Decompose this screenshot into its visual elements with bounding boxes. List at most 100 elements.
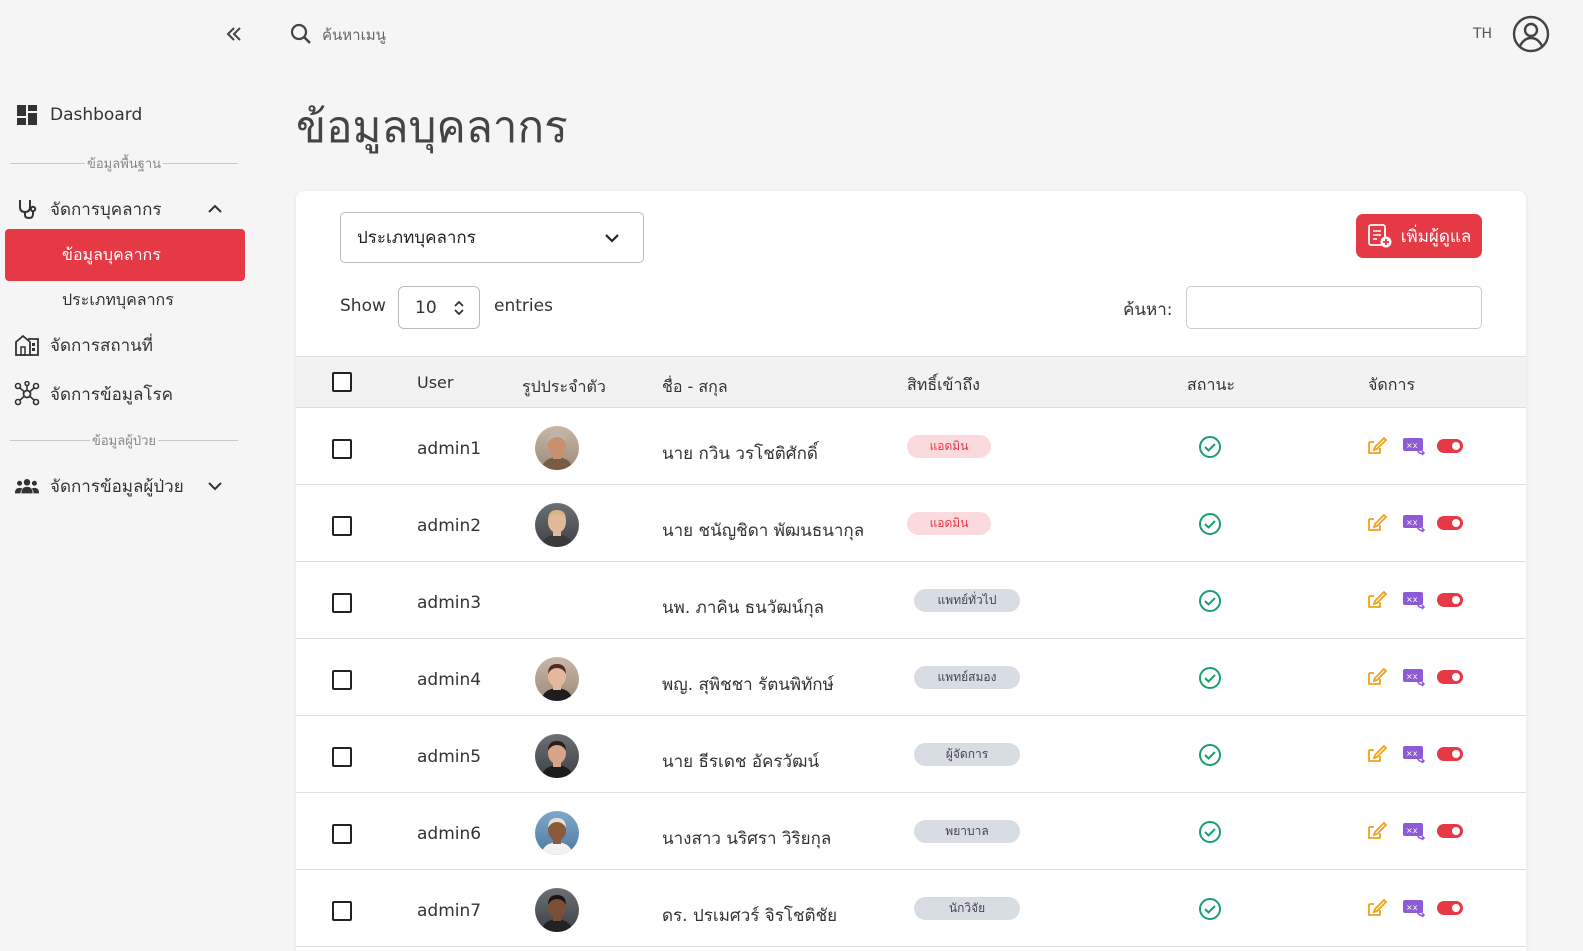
sidebar-item-label: จัดการข้อมูลผู้ป่วย [50,476,184,497]
search-icon [290,23,311,44]
check-circle-icon [1199,590,1221,612]
add-caretaker-button[interactable]: เพิ่มผู้ดูแล [1356,214,1482,258]
language-switch[interactable]: TH [1473,26,1492,42]
table-row: admin6 นางสาว นริศรา วิริยกุล พยาบาล ×x [296,793,1526,870]
collapse-sidebar-button[interactable] [222,22,246,46]
edit-icon[interactable] [1366,434,1388,456]
sidebar: Dashboard ข้อมูลพื้นฐาน จัดการบุคลากร ข้… [0,0,255,951]
column-header-status[interactable]: สถานะ [1187,373,1235,398]
sidebar-subitem-personnel-type[interactable]: ประเภทบุคลากร [62,288,174,313]
row-checkbox[interactable] [332,747,352,767]
toggle-switch[interactable] [1437,516,1463,530]
svg-text:×x: ×x [1406,518,1418,527]
table-row: admin1 นาย กวิน วรโชติศักดิ์ แอดมิน ×x [296,408,1526,485]
avatar [535,888,579,932]
chevron-down-icon [208,482,222,491]
translate-icon[interactable]: ×x [1402,435,1426,457]
translate-icon[interactable]: ×x [1402,666,1426,688]
edit-icon[interactable] [1366,819,1388,841]
section-divider-patient: ข้อมูลผู้ป่วย [10,430,238,451]
avatar [535,426,579,470]
add-document-icon [1367,224,1392,248]
row-checkbox[interactable] [332,439,352,459]
translate-icon[interactable]: ×x [1402,589,1426,611]
svg-text:×x: ×x [1406,441,1418,450]
sidebar-item-label: Dashboard [50,105,143,125]
cell-name: พญ. สุพิชชา รัตนพิทักษ์ [662,675,834,695]
translate-icon[interactable]: ×x [1402,897,1426,919]
row-checkbox[interactable] [332,593,352,613]
user-account-icon[interactable] [1512,15,1550,53]
cell-user: admin2 [417,516,482,536]
sidebar-item-places[interactable]: จัดการสถานที่ [14,330,153,360]
sidebar-item-dashboard[interactable]: Dashboard [14,100,142,130]
row-checkbox[interactable] [332,516,352,536]
toggle-switch[interactable] [1437,747,1463,761]
edit-icon[interactable] [1366,511,1388,533]
check-circle-icon [1199,744,1221,766]
translate-icon[interactable]: ×x [1402,512,1426,534]
toggle-switch[interactable] [1437,670,1463,684]
role-badge: แอดมิน [907,435,991,458]
column-header-photo[interactable]: รูปประจำตัว [522,375,606,400]
cell-name: นาย กวิน วรโชติศักดิ์ [662,444,818,464]
toggle-switch[interactable] [1437,824,1463,838]
role-badge: ผู้จัดการ [914,743,1020,766]
cell-user: admin6 [417,824,482,844]
table-row: admin5 นาย ธีรเดช อัครวัฒน์ ผู้จัดการ ×x [296,716,1526,793]
table-header: User รูปประจำตัว ชื่อ - สกุล สิทธิ์เข้าถ… [296,356,1526,408]
avatar [535,811,579,855]
edit-icon[interactable] [1366,665,1388,687]
translate-icon[interactable]: ×x [1402,743,1426,765]
sidebar-item-personnel[interactable]: จัดการบุคลากร [14,194,224,224]
column-header-user[interactable]: User [417,373,453,392]
translate-icon[interactable]: ×x [1402,820,1426,842]
personnel-type-select[interactable]: ประเภทบุคลากร [340,212,644,263]
svg-text:×x: ×x [1406,749,1418,758]
chevron-down-icon [605,233,619,243]
column-header-name[interactable]: ชื่อ - สกุล [662,375,728,400]
cell-name: นาย ธีรเดช อัครวัฒน์ [662,752,820,772]
page-title: ข้อมูลบุคลากร [296,102,568,153]
people-group-icon [14,473,40,499]
edit-icon[interactable] [1366,896,1388,918]
check-circle-icon [1199,821,1221,843]
toggle-switch[interactable] [1437,593,1463,607]
column-header-access[interactable]: สิทธิ์เข้าถึง [907,373,980,398]
toggle-switch[interactable] [1437,439,1463,453]
sidebar-item-patients[interactable]: จัดการข้อมูลผู้ป่วย [14,471,224,501]
cell-name: นาย ชนัญชิดา พัฒนธนากุล [662,521,865,541]
entries-per-page-select[interactable]: 10 [398,286,480,329]
check-circle-icon [1199,898,1221,920]
row-checkbox[interactable] [332,901,352,921]
personnel-card: ประเภทบุคลากร เพิ่มผู้ดูแล Show 10 entri… [296,191,1526,951]
sidebar-item-label: จัดการสถานที่ [50,335,154,356]
check-circle-icon [1199,436,1221,458]
entries-label: entries [494,296,553,316]
menu-search-input[interactable] [322,22,622,48]
svg-text:×x: ×x [1406,903,1418,912]
cell-user: admin5 [417,747,482,767]
row-checkbox[interactable] [332,824,352,844]
sidebar-item-diseases[interactable]: จัดการข้อมูลโรค [14,379,173,409]
molecule-icon [14,381,40,407]
table-row: admin7 ดร. ปรเมศวร์ จิรโชติชัย นักวิจัย … [296,870,1526,947]
sidebar-subitem-personnel-info[interactable]: ข้อมูลบุคลากร [5,229,245,281]
cell-user: admin7 [417,901,482,921]
edit-icon[interactable] [1366,742,1388,764]
building-icon [14,332,40,358]
double-chevron-left-icon [226,27,241,41]
svg-text:×x: ×x [1406,672,1418,681]
select-all-checkbox[interactable] [332,372,352,392]
check-circle-icon [1199,667,1221,689]
row-checkbox[interactable] [332,670,352,690]
cell-user: admin4 [417,670,482,690]
table-search-input[interactable] [1186,286,1482,329]
check-circle-icon [1199,513,1221,535]
avatar [535,503,579,547]
table-row: admin3 นพ. ภาคิน ธนวัฒน์กุล แพทย์ทั่วไป … [296,562,1526,639]
toggle-switch[interactable] [1437,901,1463,915]
edit-icon[interactable] [1366,588,1388,610]
table-row: admin2 นาย ชนัญชิดา พัฒนธนากุล แอดมิน ×x [296,485,1526,562]
table-search-label: ค้นหา: [1123,300,1173,320]
